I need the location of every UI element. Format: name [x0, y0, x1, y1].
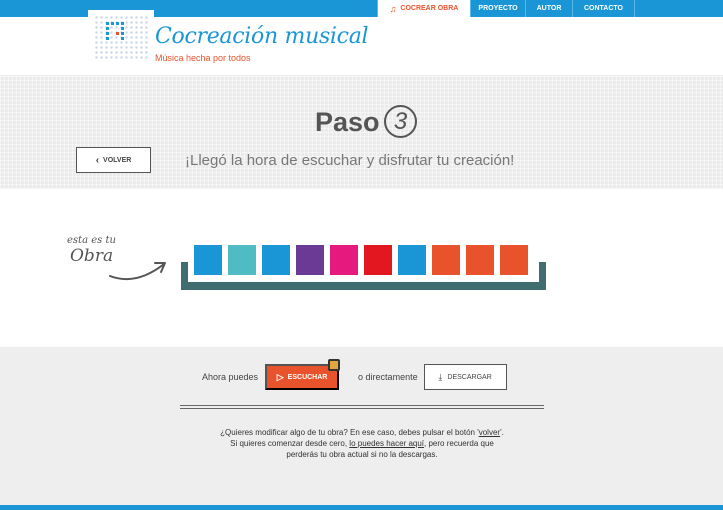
nav-item-label: PROYECTO — [478, 5, 518, 12]
site-title[interactable]: Cocreación musical — [155, 24, 369, 49]
help-text: ¿Quieres modificar algo de tu obra? En e… — [180, 427, 544, 460]
work-block — [194, 245, 222, 275]
work-blocks — [194, 245, 534, 275]
back-button[interactable]: ‹ VOLVER — [76, 147, 151, 173]
help-line-1: ¿Quieres modificar algo de tu obra? En e… — [180, 427, 544, 438]
nav-item-label: AUTOR — [536, 5, 562, 12]
help-line-3: perderás tu obra actual si no la descarg… — [286, 450, 438, 459]
extension-badge-icon — [328, 359, 341, 371]
listen-button-label: ESCUCHAR — [287, 373, 328, 381]
nav-item-proyecto[interactable]: PROYECTO — [470, 0, 525, 17]
nav-item-label: CONTACTO — [583, 5, 624, 12]
divider-top — [180, 405, 544, 406]
work-block — [364, 245, 392, 275]
site-subtitle: Música hecha por todos — [155, 53, 251, 63]
download-icon: ⤓ — [438, 371, 443, 382]
action-row: Ahora puedes ▷ ESCUCHAR o directamente ⤓… — [202, 359, 507, 390]
work-block — [466, 245, 494, 275]
download-button[interactable]: ⤓ DESCARGAR — [423, 364, 507, 390]
divider-bottom — [180, 408, 544, 409]
chevron-left-icon: ‹ — [95, 154, 100, 166]
now-label: Ahora puedes — [202, 372, 259, 382]
work-block — [262, 245, 290, 275]
nav-item-label: COCREAR OBRA — [400, 5, 459, 12]
work-block — [228, 245, 256, 275]
work-block — [296, 245, 324, 275]
nav-item-autor[interactable]: AUTOR — [525, 0, 572, 17]
step-message: ¡Llegó la hora de escuchar y disfrutar t… — [185, 152, 515, 169]
work-block — [398, 245, 426, 275]
footer-bar — [0, 505, 723, 510]
logo-icon — [106, 22, 124, 40]
help-line-2: Si quieres comenzar desde cero, lo puede… — [180, 438, 544, 449]
listen-button[interactable]: ▷ ESCUCHAR — [265, 359, 341, 390]
music-note-icon: ♫ — [389, 3, 397, 14]
help-text-segment: '. — [500, 428, 504, 437]
step-number-badge: 3 — [384, 105, 417, 138]
work-block — [432, 245, 460, 275]
or-label: o directamente — [358, 372, 418, 382]
restart-link[interactable]: lo puedes hacer aquí — [349, 439, 424, 448]
step-title: Paso — [315, 107, 380, 137]
help-text-segment: Si quieres comenzar desde cero, — [230, 439, 350, 448]
back-button-label: VOLVER — [103, 156, 132, 164]
work-label-line1: esta es tu — [67, 235, 116, 246]
volver-link[interactable]: volver — [479, 428, 500, 437]
curved-arrow-icon — [109, 262, 166, 280]
nav-item-cocrear-obra[interactable]: ♫ COCREAR OBRA — [377, 0, 470, 17]
work-block — [330, 245, 358, 275]
main-nav: ♫ COCREAR OBRA PROYECTO AUTOR CONTACTO — [377, 0, 635, 17]
work-block — [500, 245, 528, 275]
play-icon: ▷ — [276, 371, 284, 382]
download-button-label: DESCARGAR — [447, 373, 492, 381]
help-text-segment: , pero recuerda que — [424, 439, 494, 448]
help-text-segment: ¿Quieres modificar algo de tu obra? En e… — [220, 428, 479, 437]
nav-item-contacto[interactable]: CONTACTO — [572, 0, 635, 17]
